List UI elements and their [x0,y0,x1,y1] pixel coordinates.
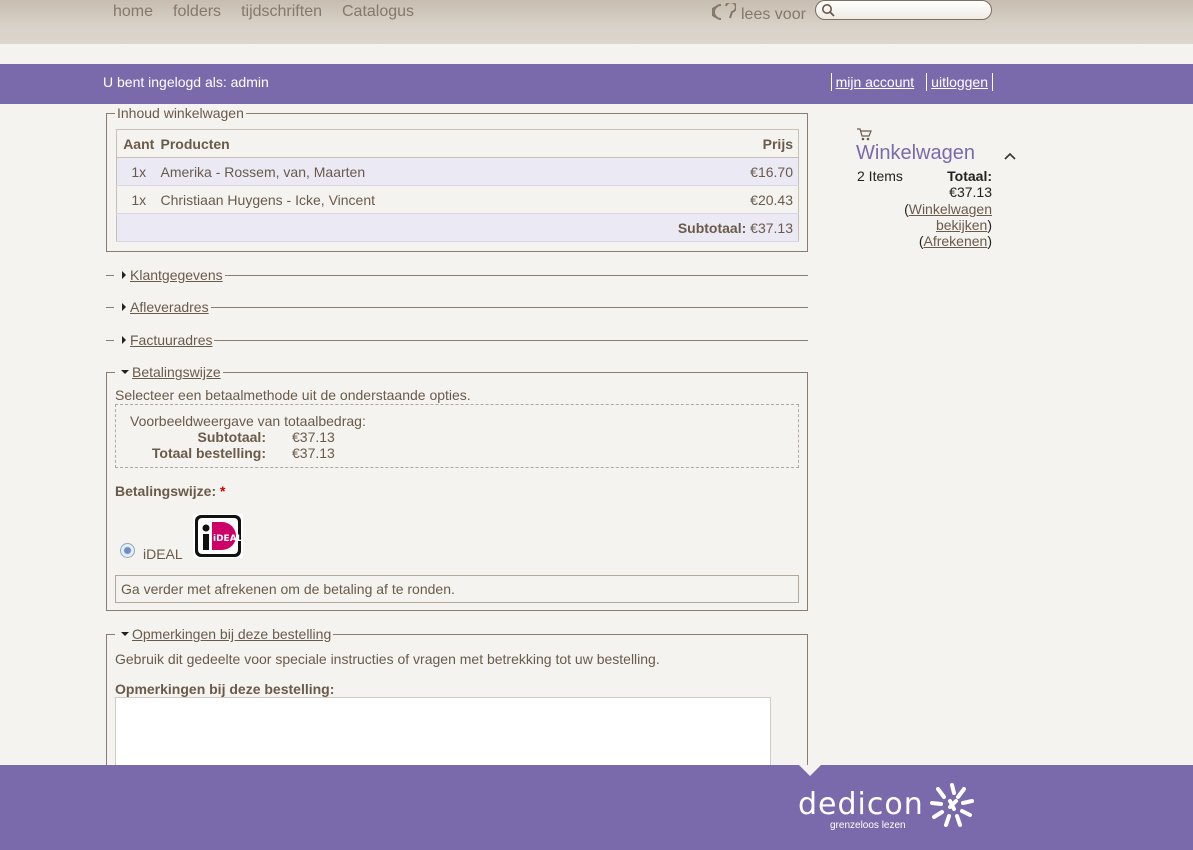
required-mark: * [220,483,226,499]
section-label[interactable]: Klantgegevens [130,267,223,283]
preview-subtotal-row: Subtotaal: €37.13 [116,429,416,445]
section-klantgegevens: Klantgegevens [106,267,808,285]
main-nav: home folders tijdschriften Catalogus [103,3,424,21]
footer-tagline: grenzeloos lezen [830,820,906,831]
sidebar-total-label: Totaal: [947,168,992,184]
section-label[interactable]: Factuuradres [130,332,212,348]
header-price: Prijs [681,129,799,158]
preview-total-label: Totaal bestelling: [151,445,266,461]
table-row: 1x Amerika - Rossem, van, Maarten €16.70 [116,157,799,186]
expand-arrow-icon [122,336,126,344]
row-qty: 1x [116,157,161,186]
logged-in-text: U bent ingelogd als: admin [103,74,269,90]
section-toggle-factuuradres[interactable]: Factuuradres [114,332,215,348]
item-count: 2 Items [857,168,903,184]
continue-message: Ga verder met afrekenen om de betaling a… [115,575,799,603]
header-products: Producten [160,129,682,158]
row-qty: 1x [116,185,161,214]
read-aloud-button[interactable]: lees voor [709,1,806,26]
ideal-logo: iDEAL [193,514,243,558]
payment-fieldset: Betalingswijze Selecteer een betaalmetho… [106,364,808,611]
remarks-fieldset: Opmerkingen bij deze bestelling Gebruik … [106,626,808,777]
top-bar: home folders tijdschriften Catalogus lee… [0,0,1193,44]
remarks-legend[interactable]: Opmerkingen bij deze bestelling [115,626,334,642]
view-cart-link[interactable]: Winkelwagen bekijken [909,201,992,233]
payment-method-text: Betalingswijze: [115,483,217,499]
footer-notch [799,765,821,776]
cart-table: Aant Producten Prijs 1x Amerika - Rossem… [116,129,799,242]
remarks-legend-label[interactable]: Opmerkingen bij deze bestelling [132,626,331,642]
table-row: 1x Christiaan Huygens - Icke, Vincent €2… [116,185,799,214]
remarks-intro: Gebruik dit gedeelte voor speciale instr… [115,651,660,667]
preview-total-row: Totaal bestelling: €37.13 [116,445,416,461]
payment-intro: Selecteer een betaalmethode uit de onder… [115,387,471,403]
section-toggle-afleveradres[interactable]: Afleveradres [114,299,211,315]
sidebar-cart-links: (Winkelwagen bekijken) (Afrekenen) [904,201,992,249]
sidebar-cart-title[interactable]: Winkelwagen [856,142,975,165]
nav-catalogus[interactable]: Catalogus [332,3,424,21]
user-bar: U bent ingelogd als: admin mijn account … [0,64,1193,104]
sidebar-total-value: €37.13 [949,184,992,200]
preview-total-value: €37.13 [292,445,335,461]
cart-contents-legend: Inhoud winkelwagen [115,105,246,121]
payment-legend-label[interactable]: Betalingswijze [132,364,221,380]
table-header-row: Aant Producten Prijs [116,129,799,158]
divider [106,307,808,308]
total-preview: Voorbeeldweergave van totaalbedrag: Subt… [115,404,799,468]
preview-subtotal-label: Subtotaal: [197,429,266,445]
logout-link[interactable]: uitloggen [926,73,992,91]
collapse-arrow-icon [121,370,129,375]
my-account-link[interactable]: mijn account [830,73,919,91]
divider [992,73,993,91]
row-product: Christiaan Huygens - Icke, Vincent [160,185,682,214]
search-input[interactable] [815,0,992,20]
payment-legend[interactable]: Betalingswijze [115,364,223,380]
header-qty: Aant [116,129,161,158]
payment-method-label: Betalingswijze: * [115,483,225,499]
expand-arrow-icon [122,271,126,279]
nav-folders[interactable]: folders [163,3,231,21]
ideal-label[interactable]: iDEAL [143,546,183,562]
subtotal-row: Subtotaal: €37.13 [116,213,799,242]
remarks-field-label: Opmerkingen bij deze bestelling: [115,681,335,697]
read-aloud-label: lees voor [741,5,806,23]
collapse-arrow-icon [121,632,129,637]
speaker-icon [709,1,737,26]
expand-arrow-icon [122,303,126,311]
checkout-link[interactable]: Afrekenen [924,233,988,249]
subtotal-value: €37.13 [750,219,793,236]
nav-home[interactable]: home [103,3,163,21]
subtotal-cell: Subtotaal: €37.13 [116,213,799,242]
dedicon-logo-icon [926,779,978,834]
nav-tijdschriften[interactable]: tijdschriften [231,3,332,21]
row-product: Amerika - Rossem, van, Maarten [160,157,682,186]
ideal-radio[interactable] [120,543,135,558]
footer-brand: dedicon [798,787,924,822]
footer: dedicon grenzeloos lezen [0,765,1193,850]
preview-title: Voorbeeldweergave van totaalbedrag: [130,413,366,429]
section-factuuradres: Factuuradres [106,332,808,350]
section-label[interactable]: Afleveradres [130,299,209,315]
user-links: mijn account uitloggen [830,73,993,91]
preview-subtotal-value: €37.13 [292,429,335,445]
ideal-logo-text: iDEAL [213,534,243,544]
section-afleveradres: Afleveradres [106,299,808,317]
subtotal-label: Subtotaal: [677,219,747,236]
collapse-caret-icon[interactable] [1004,147,1016,163]
search-icon [821,3,835,20]
section-toggle-klantgegevens[interactable]: Klantgegevens [114,267,225,283]
row-price: €20.43 [681,185,799,214]
row-price: €16.70 [681,157,799,186]
cart-contents-fieldset: Inhoud winkelwagen Aant Producten Prijs … [106,105,808,252]
